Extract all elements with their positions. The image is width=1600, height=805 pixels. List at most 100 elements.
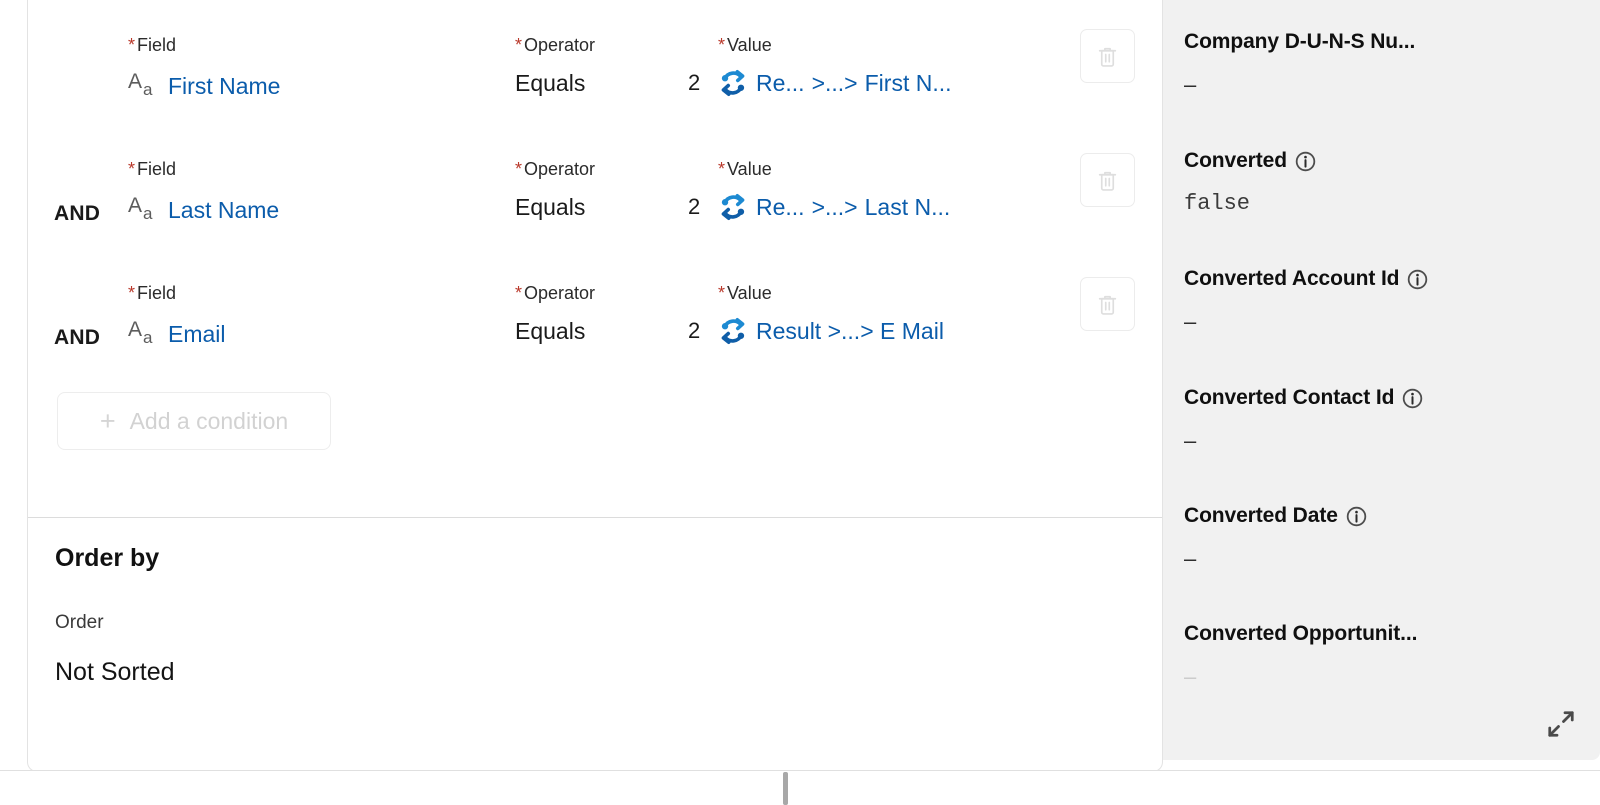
field-value: Email <box>168 320 226 347</box>
field-value: Last Name <box>168 196 280 223</box>
field-label: * Field <box>128 159 177 179</box>
value-selector[interactable]: 2 Result >...> E Mail <box>688 302 1078 348</box>
order-by-title: Order by <box>55 544 160 572</box>
detail-field-value: – <box>1184 72 1197 97</box>
trash-icon <box>1098 171 1117 191</box>
value-count: 2 <box>688 70 701 95</box>
operator-column: * Operator Equals <box>515 260 705 345</box>
value-selector[interactable]: 2 Re... >...> Last N... <box>688 178 1078 224</box>
field-label: * Field <box>128 283 177 303</box>
field-column: * Field Aa First Name <box>128 12 508 102</box>
operator-value[interactable]: Equals <box>515 54 705 97</box>
field-selector[interactable]: Aa Last Name <box>128 178 508 226</box>
delete-condition-button[interactable] <box>1080 29 1135 83</box>
delete-condition-button[interactable] <box>1080 277 1135 331</box>
detail-field: Converted Account Id – <box>1184 267 1584 333</box>
required-marker: * <box>128 35 136 55</box>
add-condition-label: Add a condition <box>129 407 289 434</box>
order-value[interactable]: Not Sorted <box>55 658 175 687</box>
required-marker: * <box>718 35 726 55</box>
merge-sync-icon <box>721 318 745 344</box>
value-column: * Value 2 Re... >...> First N... <box>688 12 1078 100</box>
detail-field: Converted Contact Id – <box>1184 386 1584 452</box>
operator-column: * Operator Equals <box>515 136 705 221</box>
field-column: * Field Aa Last Name <box>128 136 508 226</box>
logic-operator[interactable]: AND <box>54 202 100 226</box>
detail-field: Converted false <box>1184 149 1584 215</box>
detail-field-value: – <box>1184 546 1197 571</box>
required-marker: * <box>128 283 136 303</box>
expand-panel-button[interactable] <box>1544 707 1578 741</box>
detail-field-name: Company D-U-N-S Nu... <box>1184 30 1416 53</box>
detail-field-value: false <box>1184 191 1251 216</box>
operator-value[interactable]: Equals <box>515 302 705 345</box>
text-field-icon: Aa <box>128 70 153 99</box>
detail-field-name: Converted Date <box>1184 504 1584 528</box>
detail-field-name: Converted Contact Id <box>1184 386 1584 410</box>
required-marker: * <box>515 159 523 179</box>
text-field-icon: Aa <box>128 194 153 223</box>
operator-label: * Operator <box>515 35 596 55</box>
detail-field-name: Converted Account Id <box>1184 267 1584 291</box>
bottom-divider <box>0 770 1600 771</box>
query-builder-card: * Field Aa First Name * Operator Equals * V… <box>27 0 1163 772</box>
detail-field-name: Converted <box>1184 149 1584 173</box>
condition-row: * Field Aa First Name * Operator Equals * V… <box>28 12 1162 136</box>
detail-panel-scroll[interactable]: Company D-U-N-S Nu... – Converted false <box>1163 0 1600 760</box>
info-icon[interactable] <box>1346 506 1367 527</box>
merge-sync-icon <box>721 70 745 96</box>
logic-operator[interactable]: AND <box>54 326 100 350</box>
value-column: * Value 2 Result >...> E Mail <box>688 260 1078 348</box>
record-detail-panel: Company D-U-N-S Nu... – Converted false <box>1163 0 1600 760</box>
panel-resize-handle[interactable] <box>783 772 788 805</box>
trash-icon <box>1098 47 1117 67</box>
value-reference: Re... >...> Last N... <box>756 193 951 220</box>
detail-field: Converted Date – <box>1184 504 1584 570</box>
bottom-bar <box>0 770 1600 805</box>
required-marker: * <box>128 159 136 179</box>
value-selector[interactable]: 2 Re... >...> First N... <box>688 54 1078 100</box>
query-builder-screen: * Field Aa First Name * Operator Equals * V… <box>0 0 1600 805</box>
order-label: Order <box>55 612 104 633</box>
value-count: 2 <box>688 318 701 343</box>
value-label: * Value <box>718 283 772 303</box>
operator-label: * Operator <box>515 283 596 303</box>
condition-row: AND * Field Aa Last Name * Operator Equals… <box>28 136 1162 260</box>
expand-diagonal-icon <box>1548 711 1574 737</box>
add-condition-button[interactable]: + Add a condition <box>57 392 331 450</box>
required-marker: * <box>515 283 523 303</box>
plus-icon: + <box>99 405 116 436</box>
operator-label: * Operator <box>515 159 596 179</box>
text-field-icon: Aa <box>128 318 153 347</box>
field-column: * Field Aa Email <box>128 260 508 350</box>
required-marker: * <box>718 283 726 303</box>
detail-field-value: – <box>1184 309 1197 334</box>
info-icon[interactable] <box>1402 388 1423 409</box>
conditions-section: * Field Aa First Name * Operator Equals * V… <box>28 0 1162 518</box>
operator-value[interactable]: Equals <box>515 178 705 221</box>
detail-field-value: – <box>1184 428 1197 453</box>
condition-row: AND * Field Aa Email * Operator Equals * Va… <box>28 260 1162 384</box>
field-selector[interactable]: Aa Email <box>128 302 508 350</box>
value-reference: Result >...> E Mail <box>756 317 944 344</box>
value-count: 2 <box>688 194 701 219</box>
delete-condition-button[interactable] <box>1080 153 1135 207</box>
value-reference: Re... >...> First N... <box>756 69 952 96</box>
detail-field: Company D-U-N-S Nu... – <box>1184 30 1584 96</box>
value-column: * Value 2 Re... >...> Last N... <box>688 136 1078 224</box>
field-value: First Name <box>168 72 281 99</box>
field-label: * Field <box>128 35 177 55</box>
value-label: * Value <box>718 159 772 179</box>
detail-field-value: – <box>1184 664 1197 689</box>
detail-field: Converted Opportunit... – <box>1184 622 1584 688</box>
merge-sync-icon <box>721 194 745 220</box>
info-icon[interactable] <box>1295 151 1316 172</box>
trash-icon <box>1098 295 1117 315</box>
operator-column: * Operator Equals <box>515 12 705 97</box>
required-marker: * <box>515 35 523 55</box>
value-label: * Value <box>718 35 772 55</box>
field-selector[interactable]: Aa First Name <box>128 54 508 102</box>
info-icon[interactable] <box>1407 269 1428 290</box>
detail-field-name: Converted Opportunit... <box>1184 622 1418 645</box>
required-marker: * <box>718 159 726 179</box>
